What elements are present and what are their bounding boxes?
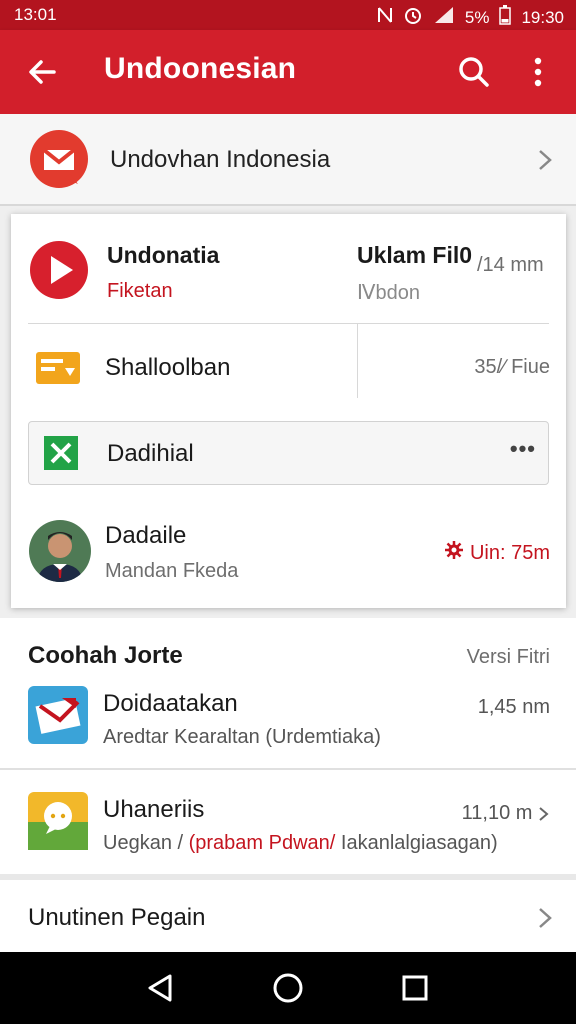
chevron-right-icon xyxy=(536,906,554,930)
list-item-subtitle: Aredtar Kearaltan (Urdemtiaka) xyxy=(103,726,381,748)
divider xyxy=(0,768,576,770)
back-arrow-icon[interactable] xyxy=(22,52,62,92)
row1-right-title: Uklam Fil0 xyxy=(357,242,473,268)
panel-row-video[interactable]: Undonatia Fiketan Uklam Fil0 /14 mm Ⅳbdo… xyxy=(11,214,566,324)
section: Coohah Jorte Versi Fitri Doidaatakan Are… xyxy=(0,618,576,952)
navigation-bar xyxy=(0,952,576,1024)
spreadsheet-icon xyxy=(43,435,79,471)
row2-right: 35/∕ Fiue xyxy=(474,356,550,378)
more-vert-icon[interactable] xyxy=(518,52,558,92)
nfc-icon xyxy=(377,6,393,29)
gear-icon xyxy=(444,540,464,566)
search-icon[interactable] xyxy=(454,52,494,92)
list-item-right: 1,45 nm xyxy=(477,696,550,718)
section-header: Coohah Jorte xyxy=(28,642,183,669)
row3-title: Dadihial xyxy=(107,440,194,467)
row2-title: Shalloolban xyxy=(105,354,231,381)
app-title: Undoonesian xyxy=(104,52,297,85)
chat-app-icon xyxy=(28,792,88,850)
list-item-right: 11,10 m xyxy=(462,802,550,825)
list-item[interactable]: Doidaatakan Aredtar Kearaltan (Urdemtiak… xyxy=(0,686,576,786)
list-item-title: Uhaneriis xyxy=(103,796,205,823)
row1-title: Undonatia xyxy=(107,242,220,268)
app-bar: Undoonesian xyxy=(0,30,576,114)
provider-label: Undovhan Indonesia xyxy=(110,146,331,173)
tag-card-icon xyxy=(35,350,81,386)
row4-title: Dadaile xyxy=(105,522,187,549)
status-time-right: 19:30 xyxy=(521,7,564,27)
chevron-right-icon xyxy=(536,148,554,172)
status-bar: 13:01 5% 19:30 xyxy=(0,0,576,30)
row4-right-text: Uin: 75m xyxy=(469,541,550,564)
chevron-right-icon xyxy=(539,806,549,821)
home-circle-icon[interactable] xyxy=(270,970,306,1006)
recents-square-icon[interactable] xyxy=(397,970,433,1006)
footer-label: Unutinen Pegain xyxy=(28,904,206,931)
list-item-title: Doidaatakan xyxy=(103,690,238,717)
mail-app-icon xyxy=(28,686,88,744)
back-triangle-icon[interactable] xyxy=(142,970,178,1006)
avatar xyxy=(29,520,91,582)
divider-vertical xyxy=(357,324,358,398)
row1-right-suffix: /14 mm xyxy=(477,254,544,276)
more-horiz-icon[interactable]: ••• xyxy=(510,436,536,462)
signal-icon xyxy=(433,6,455,29)
row4-right: Uin: 75m xyxy=(444,540,550,566)
row4-subtitle: Mandan Fkeda xyxy=(105,560,239,582)
main-panel: Undonatia Fiketan Uklam Fil0 /14 mm Ⅳbdo… xyxy=(11,214,566,608)
provider-row[interactable]: Undovhan Indonesia xyxy=(0,114,576,206)
play-icon xyxy=(29,240,89,300)
section-header-right[interactable]: Versi Fitri xyxy=(467,646,550,669)
battery-icon xyxy=(499,5,512,30)
list-item-subtitle: Uegkan / (prabam Pdwan/ Iakanlalgiasagan… xyxy=(103,832,498,854)
divider xyxy=(28,323,549,324)
status-right: 5% 19:30 xyxy=(377,5,564,30)
row1-right-subtitle: Ⅳbdon xyxy=(357,282,420,304)
status-time-left: 13:01 xyxy=(14,5,57,24)
row1-subtitle: Fiketan xyxy=(107,280,173,302)
alarm-icon xyxy=(403,5,423,30)
divider xyxy=(0,874,576,880)
panel-row-dadihial[interactable]: Dadihial ••• xyxy=(28,421,549,485)
mail-logo-icon xyxy=(30,130,88,188)
battery-percent: 5% xyxy=(464,7,490,27)
